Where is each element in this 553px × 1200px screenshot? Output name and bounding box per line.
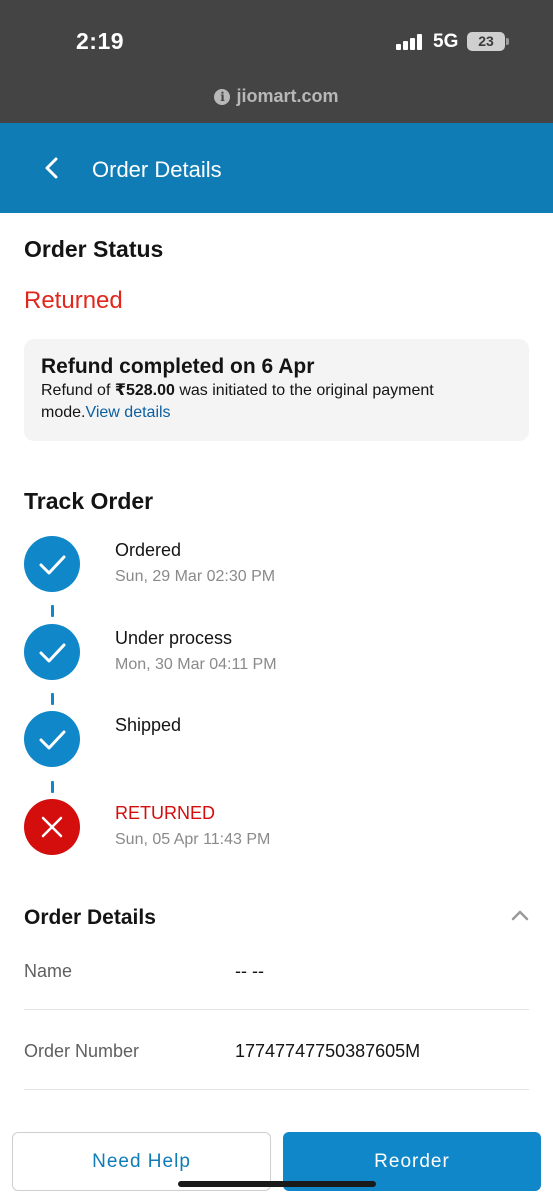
detail-row-name: Name -- -- xyxy=(24,930,529,1010)
track-step-returned: RETURNED Sun, 05 Apr 11:43 PM xyxy=(24,799,529,859)
order-status-value: Returned xyxy=(24,287,123,314)
step-date: Mon, 30 Mar 04:11 PM xyxy=(115,656,277,673)
refund-prefix: Refund of xyxy=(41,382,115,399)
home-indicator[interactable] xyxy=(178,1181,376,1187)
detail-value: 17747747750387605M xyxy=(235,1041,421,1061)
step-date: Sun, 29 Mar 02:30 PM xyxy=(115,568,276,585)
refund-title: Refund completed on 6 Apr xyxy=(41,355,315,378)
check-icon xyxy=(24,711,80,767)
chevron-up-icon[interactable] xyxy=(510,908,530,922)
detail-key: Order Number xyxy=(24,1041,140,1061)
status-bar: 2:19 5G 23 i jiomart.com xyxy=(0,0,553,123)
track-step-shipped: Shipped xyxy=(24,711,529,771)
refund-message: Refund of ₹528.00 was initiated to the o… xyxy=(41,380,512,424)
refund-card: Refund completed on 6 Apr Refund of ₹528… xyxy=(24,339,529,441)
step-label: Ordered xyxy=(115,540,182,560)
detail-row-order-number: Order Number 17747747750387605M xyxy=(24,1010,529,1090)
url-text: jiomart.com xyxy=(236,86,339,106)
step-label: RETURNED xyxy=(115,803,216,823)
step-connector xyxy=(51,693,54,705)
url-bar[interactable]: i jiomart.com xyxy=(0,86,553,107)
detail-key: Name xyxy=(24,961,73,981)
order-status-heading: Order Status xyxy=(24,236,164,262)
refund-amount: ₹528.00 xyxy=(114,382,175,399)
network-type: 5G xyxy=(433,31,459,52)
cross-icon xyxy=(24,799,80,855)
step-label: Shipped xyxy=(115,715,182,735)
step-date: Sun, 05 Apr 11:43 PM xyxy=(115,831,271,848)
step-connector xyxy=(51,605,54,617)
info-icon: i xyxy=(214,89,231,105)
battery-icon: 23 xyxy=(467,32,505,51)
check-icon xyxy=(24,624,80,680)
order-details-heading: Order Details xyxy=(24,906,156,929)
app-header: Order Details xyxy=(0,123,553,213)
detail-value: -- -- xyxy=(235,961,264,981)
step-connector xyxy=(51,781,54,793)
track-step-ordered: Ordered Sun, 29 Mar 02:30 PM xyxy=(24,536,529,596)
page-title: Order Details xyxy=(92,157,222,182)
clock-time: 2:19 xyxy=(76,28,125,54)
track-order-heading: Track Order xyxy=(24,488,154,514)
view-details-link[interactable]: View details xyxy=(85,404,170,421)
back-arrow-icon[interactable] xyxy=(38,151,72,185)
signal-icon xyxy=(396,34,424,50)
track-step-under-process: Under process Mon, 30 Mar 04:11 PM xyxy=(24,624,529,684)
step-label: Under process xyxy=(115,628,233,648)
check-icon xyxy=(24,536,80,592)
battery-tip xyxy=(506,38,509,45)
bottom-action-bar: Need Help Reorder xyxy=(0,1118,553,1200)
